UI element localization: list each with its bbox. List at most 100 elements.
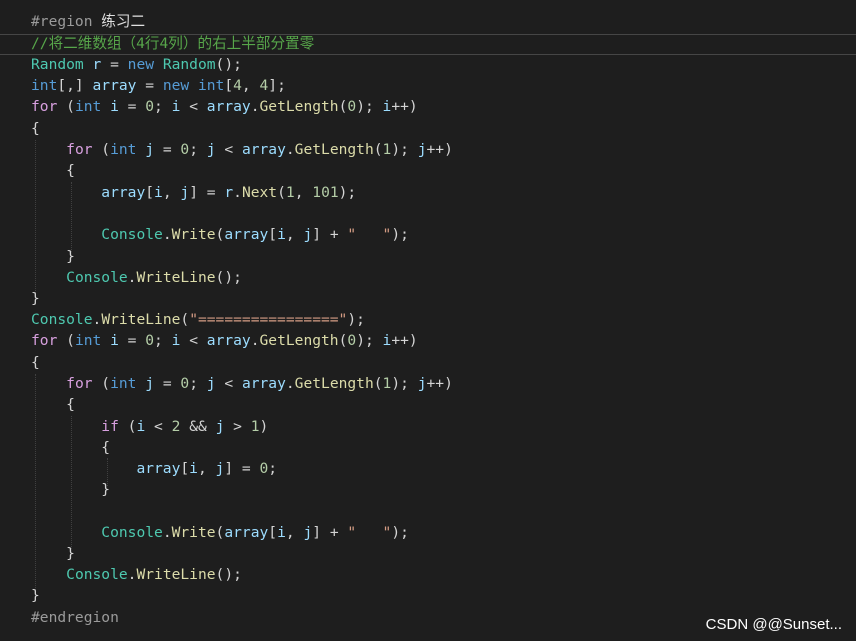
code-token: i <box>110 98 119 115</box>
code-token: , <box>241 77 260 94</box>
code-token: i <box>136 418 146 435</box>
code-line[interactable]: array[i, j] = r.Next(1, 101); <box>31 182 356 203</box>
code-token: ]; <box>268 77 286 94</box>
code-token: ++) <box>391 332 418 349</box>
code-token: Write <box>171 524 216 541</box>
code-token: [ <box>268 226 278 243</box>
code-token: Random <box>31 56 84 73</box>
code-line[interactable]: int[,] array = new int[4, 4]; <box>31 75 286 96</box>
code-token: j <box>145 141 155 158</box>
code-token: array <box>241 375 286 392</box>
code-token: GetLength <box>294 141 374 158</box>
code-token: ] + <box>312 524 348 541</box>
code-token: . <box>285 141 295 158</box>
code-line[interactable]: //将二维数组（4行4列）的右上半部分置零 <box>31 33 314 54</box>
csdn-watermark: CSDN @@Sunset... <box>705 616 842 633</box>
code-token: < <box>145 418 172 435</box>
code-token: j <box>303 226 313 243</box>
code-token: ] = <box>224 460 260 477</box>
code-token: new <box>127 56 155 73</box>
code-token: . <box>250 98 260 115</box>
code-token: j <box>417 375 427 392</box>
code-line[interactable]: for (int i = 0; i < array.GetLength(0); … <box>31 330 418 351</box>
code-token: { <box>31 354 40 371</box>
code-token: for <box>66 141 93 158</box>
code-token: . <box>250 332 260 349</box>
code-line[interactable]: { <box>31 437 110 458</box>
code-token: GetLength <box>259 332 339 349</box>
code-token: (); <box>215 269 242 286</box>
code-token: ) <box>259 418 269 435</box>
code-token: ] + <box>312 226 348 243</box>
code-token: ( <box>373 141 383 158</box>
code-token: { <box>31 162 75 179</box>
code-token: ( <box>92 141 111 158</box>
code-token: 0 <box>180 375 190 392</box>
code-line[interactable]: Random r = new Random(); <box>31 54 242 75</box>
code-token: int <box>74 98 102 115</box>
code-line[interactable]: } <box>31 585 40 606</box>
code-token: , <box>285 226 304 243</box>
code-line[interactable]: Console.WriteLine("================"); <box>31 309 365 330</box>
code-token: array <box>92 77 137 94</box>
code-token: && <box>180 418 216 435</box>
code-line[interactable]: for (int j = 0; j < array.GetLength(1); … <box>31 139 453 160</box>
code-token: = <box>154 375 181 392</box>
code-token: GetLength <box>294 375 374 392</box>
code-token: r <box>92 56 102 73</box>
code-line[interactable]: } <box>31 246 75 267</box>
code-token: WriteLine <box>101 311 181 328</box>
code-token: ; <box>189 375 207 392</box>
code-line[interactable]: { <box>31 394 75 415</box>
code-line[interactable]: } <box>31 288 40 309</box>
code-token: new <box>162 77 190 94</box>
code-token: 101 <box>312 184 339 201</box>
code-line[interactable]: } <box>31 479 110 500</box>
code-line[interactable]: array[i, j] = 0; <box>31 458 277 479</box>
code-line[interactable]: Console.WriteLine(); <box>31 267 242 288</box>
code-line[interactable]: Console.WriteLine(); <box>31 564 242 585</box>
code-token: ++) <box>426 141 453 158</box>
code-token: < <box>215 375 242 392</box>
code-token: . <box>285 375 295 392</box>
code-token: 0 <box>145 98 155 115</box>
code-token: ); <box>391 524 409 541</box>
code-token: if <box>101 418 119 435</box>
code-token: 0 <box>347 332 357 349</box>
code-token: r <box>224 184 234 201</box>
code-line[interactable]: { <box>31 118 40 139</box>
code-editor[interactable]: #region 练习二 //将二维数组（4行4列）的右上半部分置零 Random r… <box>0 0 856 641</box>
code-token: 练习二 <box>101 13 146 30</box>
code-token: #endregion <box>31 609 119 626</box>
code-token: = <box>136 77 163 94</box>
code-line[interactable]: if (i < 2 && j > 1) <box>31 416 268 437</box>
code-token: j <box>206 141 216 158</box>
code-token: array <box>206 98 251 115</box>
code-token: ; <box>189 141 207 158</box>
code-token: array <box>136 460 181 477</box>
code-token: GetLength <box>259 98 339 115</box>
code-line[interactable]: for (int i = 0; i < array.GetLength(0); … <box>31 96 418 117</box>
code-line[interactable]: for (int j = 0; j < array.GetLength(1); … <box>31 373 453 394</box>
code-token: array <box>224 226 269 243</box>
code-token: . <box>233 184 242 201</box>
code-line[interactable]: { <box>31 352 40 373</box>
code-line[interactable]: { <box>31 160 75 181</box>
code-token: < <box>180 98 207 115</box>
code-line[interactable]: #endregion <box>31 607 119 628</box>
code-line[interactable]: #region 练习二 <box>31 11 145 32</box>
code-line[interactable]: Console.Write(array[i, j] + " "); <box>31 224 409 245</box>
code-token: int <box>31 77 58 94</box>
code-token: , <box>197 460 216 477</box>
code-token: Next <box>241 184 278 201</box>
code-line[interactable]: Console.Write(array[i, j] + " "); <box>31 522 409 543</box>
code-line[interactable]: } <box>31 543 75 564</box>
